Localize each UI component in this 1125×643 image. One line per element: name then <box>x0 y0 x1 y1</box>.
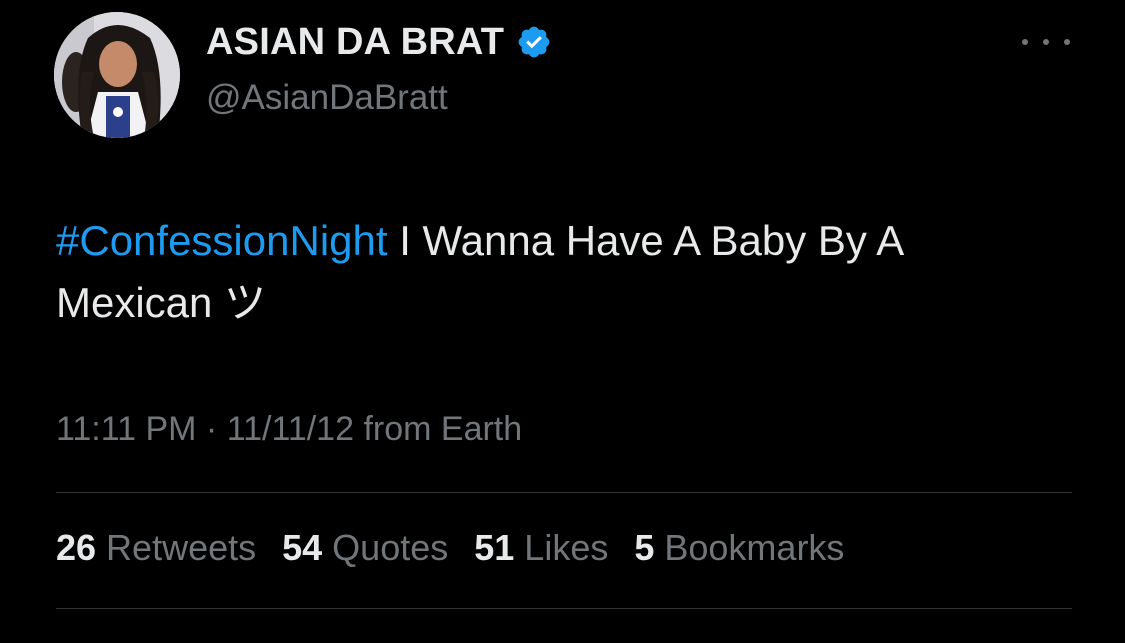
stat-label: Likes <box>524 527 609 568</box>
display-name-row[interactable]: ASIAN DA BRAT <box>206 20 552 64</box>
handle[interactable]: @AsianDaBratt <box>206 78 448 118</box>
stat-quotes[interactable]: 54 Quotes <box>282 527 448 569</box>
avatar[interactable] <box>54 12 180 138</box>
stat-label: Retweets <box>106 527 257 568</box>
tweet-timestamp[interactable]: 11:11 PM · 11/11/12 from Earth <box>56 410 522 449</box>
more-dots-icon[interactable] <box>1022 30 1070 54</box>
tweet-text: #ConfessionNight I Wanna Have A Baby By … <box>56 210 1066 334</box>
stat-count: 54 <box>282 527 323 568</box>
divider <box>56 608 1072 609</box>
more-dot <box>1064 39 1070 45</box>
tweet-stats: 26 Retweets 54 Quotes 51 Likes 5 Bookmarks <box>56 527 844 569</box>
stat-retweets[interactable]: 26 Retweets <box>56 527 256 569</box>
display-name[interactable]: ASIAN DA BRAT <box>206 21 504 64</box>
divider <box>56 492 1072 493</box>
stat-count: 51 <box>474 527 515 568</box>
hashtag-link[interactable]: #ConfessionNight <box>56 217 388 264</box>
stat-bookmarks[interactable]: 5 Bookmarks <box>634 527 844 569</box>
more-dot <box>1043 39 1049 45</box>
stat-count: 26 <box>56 527 97 568</box>
verified-badge-icon <box>518 26 550 58</box>
stat-count: 5 <box>634 527 655 568</box>
stat-label: Quotes <box>332 527 449 568</box>
stat-label: Bookmarks <box>664 527 845 568</box>
more-dot <box>1022 39 1028 45</box>
stat-likes[interactable]: 51 Likes <box>474 527 608 569</box>
